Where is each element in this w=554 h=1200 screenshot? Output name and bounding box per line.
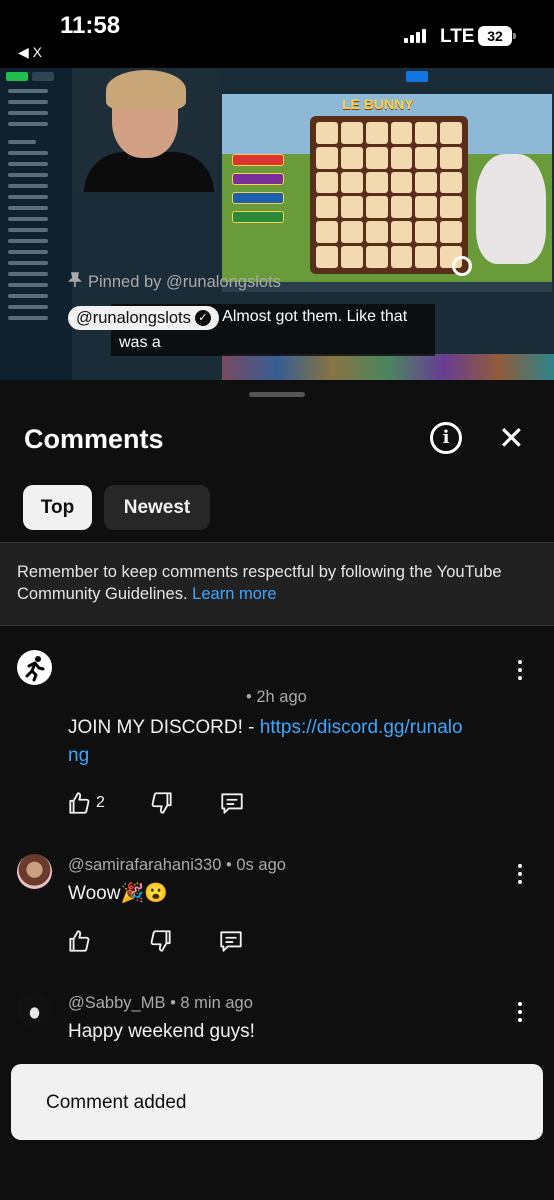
more-icon[interactable] (510, 660, 530, 684)
back-to-app-link[interactable]: ◀ X (18, 44, 42, 61)
status-time: 11:58 (60, 12, 121, 39)
slot-game: LE BUNNY (222, 94, 552, 282)
video-topbar (218, 68, 554, 90)
comment-added-toast: Comment added (11, 1064, 543, 1140)
comment-author[interactable]: @samirafarahani330 (68, 856, 221, 874)
close-icon[interactable]: ✕ (498, 420, 525, 456)
tab-newest[interactable]: Newest (104, 485, 210, 530)
network-label: LTE (440, 26, 475, 47)
pinned-label: Pinned by @runalongslots (68, 271, 281, 292)
thumbs-up-icon (69, 792, 90, 814)
sheet-title: Comments (24, 424, 164, 454)
pin-icon (68, 272, 82, 287)
signal-icon (404, 29, 426, 43)
comment-time: • 0s ago (226, 856, 286, 874)
comment-header: @Sabby_MB • 8 min ago (68, 994, 253, 1013)
webcam-overlay (72, 68, 218, 192)
dislike-button[interactable] (149, 790, 175, 816)
comment-header: @samirafarahani330 • 0s ago (68, 856, 286, 875)
slot-grid (310, 116, 468, 274)
reply-button[interactable] (219, 790, 245, 816)
reply-icon (220, 931, 242, 952)
comment-actions (66, 928, 244, 954)
like-button[interactable]: 2 (66, 790, 105, 816)
runner-icon (25, 656, 45, 682)
comment-author[interactable]: @Sabby_MB (68, 994, 165, 1012)
like-count: 2 (96, 794, 105, 811)
game-logo: LE BUNNY (342, 96, 414, 112)
spin-icon (452, 256, 472, 276)
comment-text: Woow🎉😮 (68, 883, 168, 904)
status-bar: 11:58 ◀ X LTE 32 (0, 0, 554, 68)
info-icon[interactable]: i (430, 422, 462, 454)
battery-icon: 32 (478, 26, 516, 46)
guidelines-notice: Remember to keep comments respectful by … (0, 542, 554, 626)
thumbs-down-icon (150, 930, 171, 952)
comment-text: JOIN MY DISCORD! - https://discord.gg/ru… (68, 717, 463, 766)
avatar[interactable] (17, 992, 52, 1027)
learn-more-link[interactable]: Learn more (192, 585, 276, 603)
recommended-strip (222, 354, 554, 380)
more-icon[interactable] (510, 1002, 530, 1026)
multiplier-ladder (232, 154, 284, 230)
dislike-button[interactable] (148, 928, 174, 954)
avatar[interactable] (17, 650, 52, 685)
reply-icon (221, 793, 243, 814)
video-player[interactable]: LE BUNNY Discord Sash. Almost got them. … (0, 68, 554, 380)
like-button[interactable] (66, 928, 92, 954)
thumbs-down-icon (151, 792, 172, 814)
reply-button[interactable] (218, 928, 244, 954)
drag-handle[interactable] (249, 392, 305, 397)
comment-actions: 2 (66, 790, 245, 816)
comment-time: • 2h ago (246, 688, 307, 706)
tab-top[interactable]: Top (23, 485, 92, 530)
verified-check-icon: ✓ (194, 310, 211, 326)
thumbs-up-icon (69, 930, 90, 952)
bunny-mascot (476, 154, 546, 264)
comment-time: • 8 min ago (170, 994, 253, 1012)
video-casino-sidebar (0, 68, 72, 380)
comment-text: Happy weekend guys! (68, 1021, 255, 1042)
channel-owner-badge[interactable]: @runalongslots ✓ (68, 306, 219, 330)
more-icon[interactable] (510, 864, 530, 888)
avatar[interactable] (17, 854, 52, 889)
